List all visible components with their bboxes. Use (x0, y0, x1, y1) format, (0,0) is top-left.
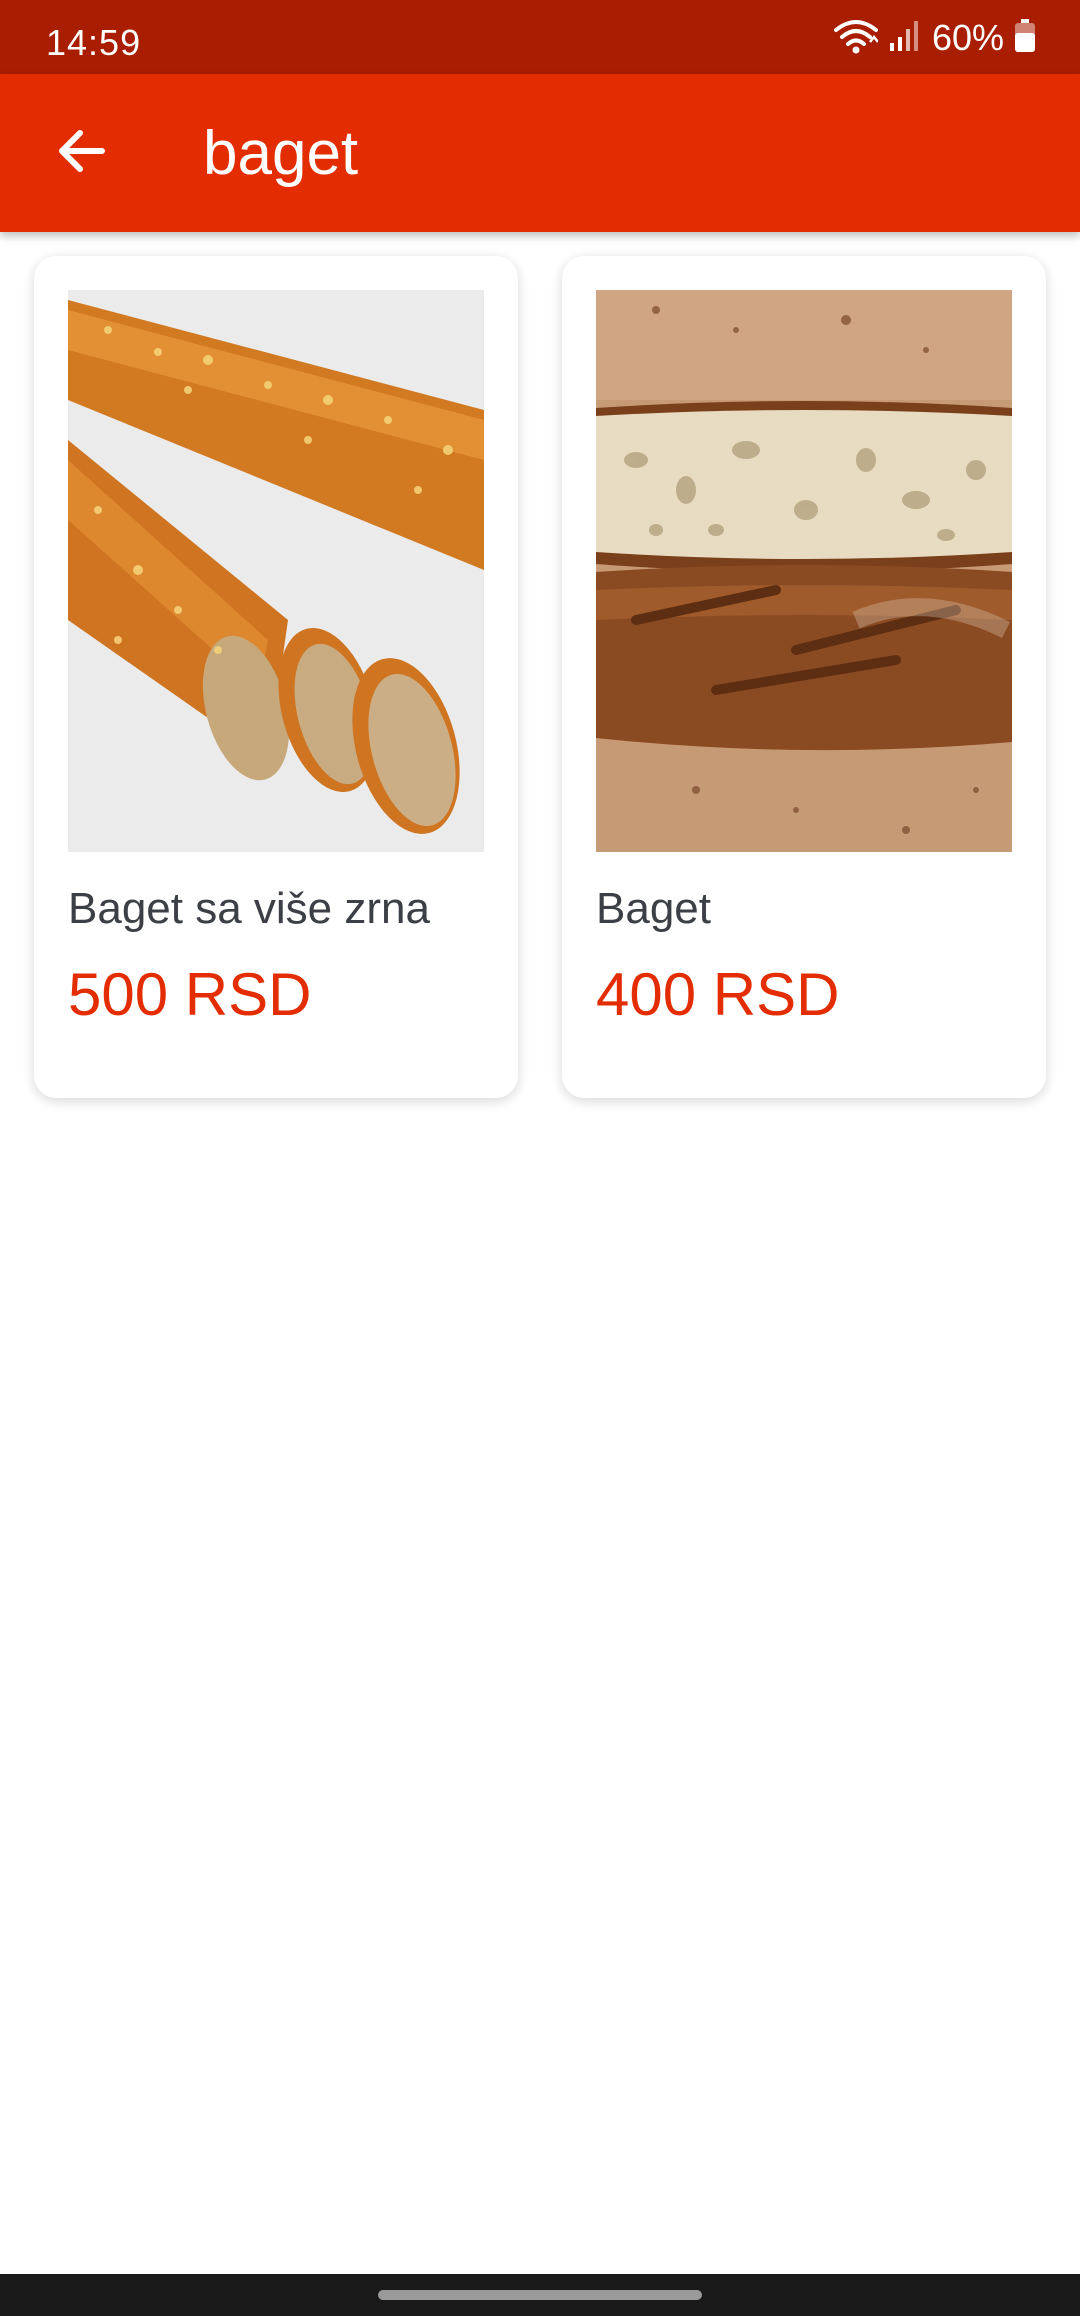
product-image (68, 290, 484, 852)
product-card[interactable]: Baget sa više zrna 500 RSD (34, 256, 518, 1098)
status-bar: 14:59 60% (0, 0, 1080, 74)
wifi-icon (833, 18, 879, 59)
battery-icon (1014, 18, 1036, 58)
product-card[interactable]: Baget 400 RSD (562, 256, 1046, 1098)
status-icons: 60% (833, 17, 1036, 59)
product-name: Baget (596, 884, 711, 933)
home-indicator[interactable] (378, 2290, 702, 2300)
product-grid: Baget sa više zrna 500 RSD Baget 400 RSD (34, 256, 1046, 1098)
app-bar: baget (0, 74, 1080, 232)
status-time: 14:59 (46, 22, 142, 63)
product-price: 500 RSD (68, 961, 312, 1028)
product-image (596, 290, 1012, 852)
product-price: 400 RSD (596, 961, 840, 1028)
page-title: baget (203, 119, 359, 188)
product-name: Baget sa više zrna (68, 884, 430, 933)
signal-icon (888, 19, 922, 58)
arrow-left-icon (56, 125, 108, 182)
back-button[interactable] (40, 111, 124, 195)
navigation-bar (0, 2274, 1080, 2316)
battery-percent: 60% (931, 17, 1004, 58)
